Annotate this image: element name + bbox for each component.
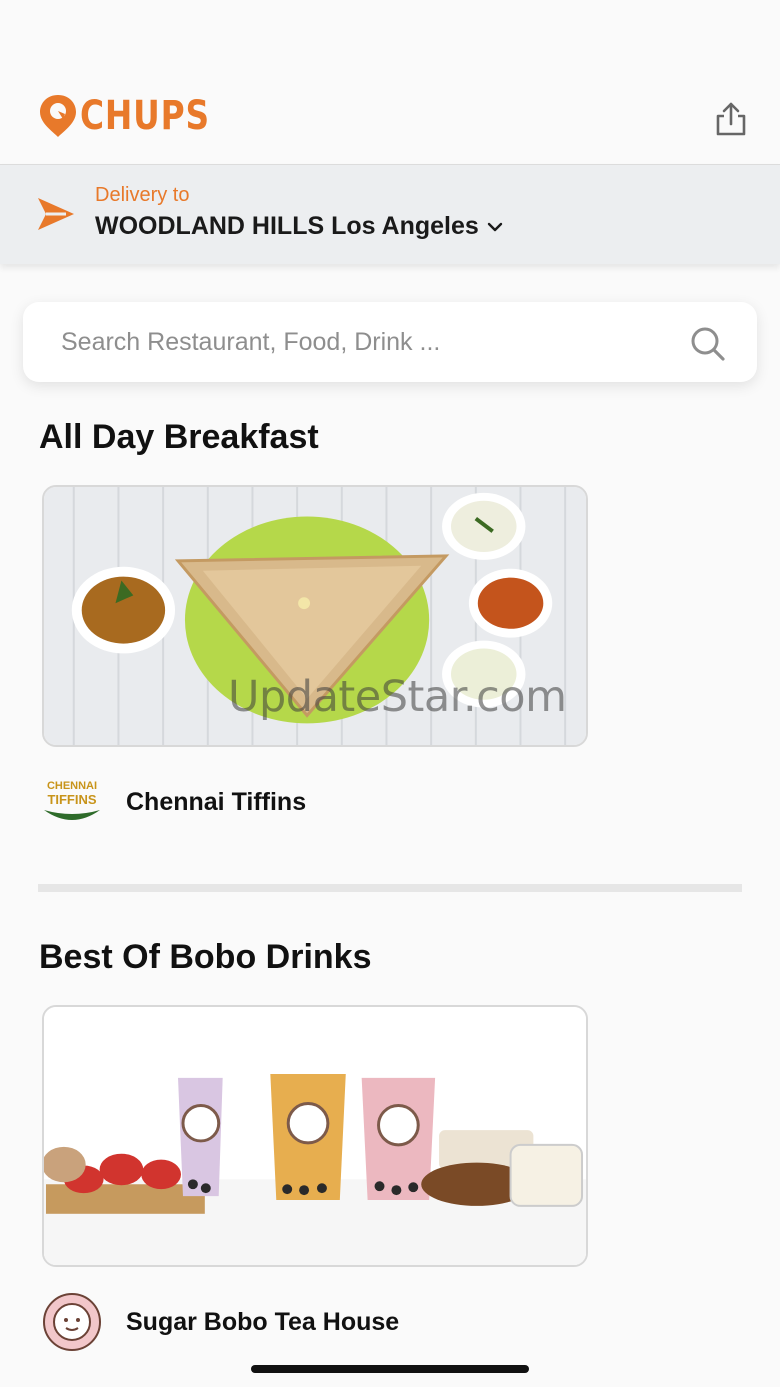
watermark-text: UpdateStar.com	[228, 672, 567, 722]
delivery-address-selector[interactable]: WOODLAND HILLS Los Angeles	[95, 212, 503, 241]
svg-text:TIFFINS: TIFFINS	[47, 792, 96, 807]
restaurant-name: Chennai Tiffins	[126, 787, 307, 816]
section-title: Best Of Bobo Drinks	[39, 938, 372, 976]
search-input[interactable]	[61, 322, 661, 362]
location-pin-icon	[40, 95, 76, 137]
section-title: All Day Breakfast	[39, 418, 319, 456]
restaurant-chennai-tiffins[interactable]: CHENNAI TIFFINS Chennai Tiffins	[40, 772, 306, 832]
app-logo: CHUPS	[38, 92, 238, 140]
send-arrow-icon	[38, 198, 74, 230]
sugar-bobo-logo	[43, 1293, 101, 1351]
search-icon[interactable]	[688, 324, 728, 364]
restaurant-name: Sugar Bobo Tea House	[126, 1307, 400, 1336]
restaurant-sugar-bobo-tea-house[interactable]: Sugar Bobo Tea House	[40, 1292, 399, 1352]
chevron-down-icon	[487, 222, 503, 231]
chennai-tiffins-logo: CHENNAI TIFFINS	[44, 780, 100, 820]
delivery-address: WOODLAND HILLS Los Angeles	[95, 212, 479, 240]
section-divider	[38, 884, 742, 892]
bobo-drinks-image[interactable]	[42, 1005, 588, 1267]
logo-text: CHUPS	[80, 93, 210, 139]
share-icon[interactable]	[712, 100, 750, 138]
svg-text:CHENNAI: CHENNAI	[47, 780, 97, 792]
search-bar	[23, 302, 757, 382]
delivery-label: Delivery to	[95, 184, 190, 206]
home-indicator[interactable]	[251, 1365, 529, 1373]
